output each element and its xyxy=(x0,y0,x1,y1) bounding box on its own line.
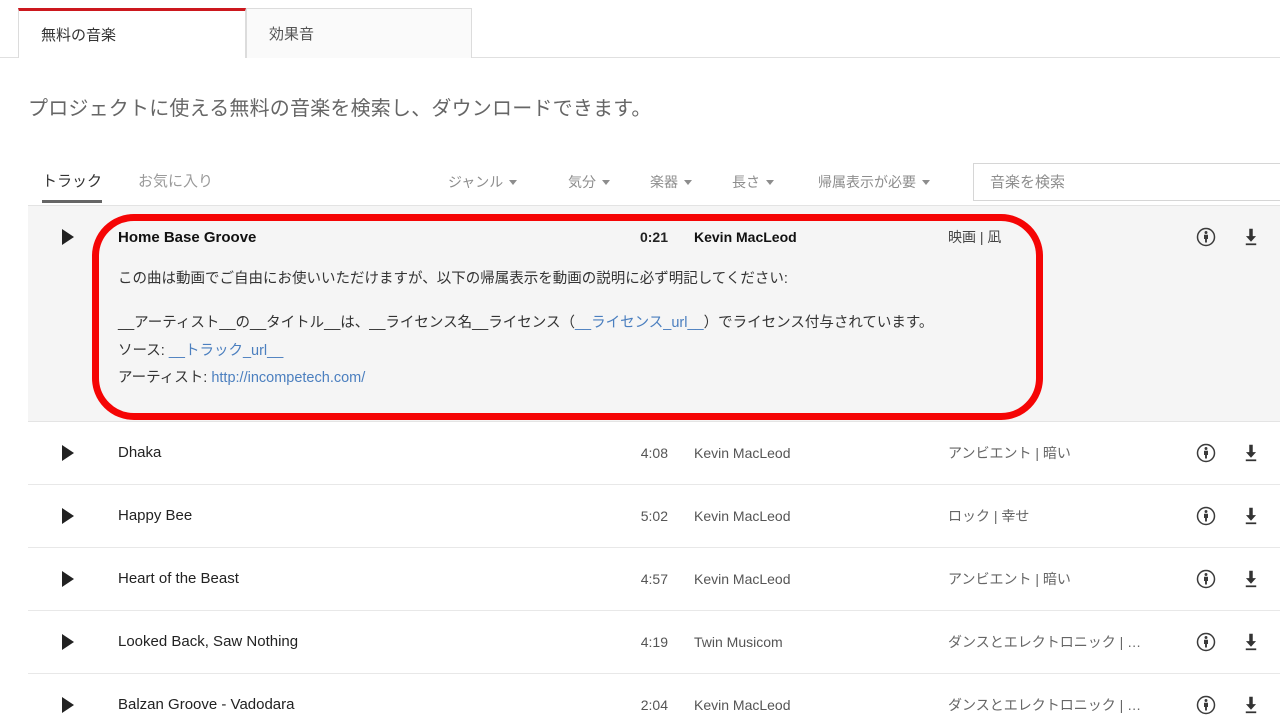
track-duration: 4:19 xyxy=(640,633,668,650)
track-row-main: Dhaka 4:08 Kevin MacLeod アンビエント | 暗い xyxy=(28,422,1280,484)
track-genre: ダンスとエレクトロニック | … xyxy=(948,633,1142,650)
track-duration: 2:04 xyxy=(640,696,668,713)
search-box[interactable] xyxy=(973,163,1280,201)
track-row-main: Balzan Groove - Vadodara 2:04 Kevin MacL… xyxy=(28,674,1280,720)
download-icon[interactable] xyxy=(1240,694,1262,716)
tab-free-music[interactable]: 無料の音楽 xyxy=(18,8,246,58)
attribution-license-suffix: ）でライセンス付与されています。 xyxy=(703,315,934,332)
track-genre: ダンスとエレクトロニック | … xyxy=(948,696,1142,713)
creative-commons-attribution-icon[interactable] xyxy=(1196,506,1216,526)
play-icon[interactable] xyxy=(62,633,74,650)
track-artist: Kevin MacLeod xyxy=(694,444,791,461)
attribution-artist-link[interactable]: http://incompetech.com/ xyxy=(211,370,365,386)
attribution-artist-line: アーティスト: http://incompetech.com/ xyxy=(118,367,1280,389)
filter-attribution-label: 帰属表示が必要 xyxy=(818,174,916,190)
download-icon[interactable] xyxy=(1240,505,1262,527)
tab-free-music-label: 無料の音楽 xyxy=(41,27,117,44)
play-icon[interactable] xyxy=(62,570,74,587)
download-icon[interactable] xyxy=(1240,226,1262,248)
track-title: Balzan Groove - Vadodara xyxy=(118,696,295,714)
chevron-down-icon xyxy=(766,180,774,185)
subtab-tracks[interactable]: トラック xyxy=(42,170,103,203)
filter-bar: トラック お気に入り ジャンル 気分 楽器 長さ 帰属表示が必要 xyxy=(28,160,1280,206)
play-icon[interactable] xyxy=(62,444,74,461)
tab-sound-effects-label: 効果音 xyxy=(269,26,315,43)
creative-commons-attribution-icon[interactable] xyxy=(1196,569,1216,589)
track-title: Heart of the Beast xyxy=(118,570,239,588)
track-duration: 4:08 xyxy=(640,444,668,461)
attribution-source-link[interactable]: __トラック_url__ xyxy=(169,343,283,359)
track-list: Home Base Groove 0:21 Kevin MacLeod 映画 |… xyxy=(28,206,1280,720)
track-title: Happy Bee xyxy=(118,507,193,525)
attribution-artist-label: アーティスト: xyxy=(118,370,212,387)
table-row[interactable]: Happy Bee 5:02 Kevin MacLeod ロック | 幸せ xyxy=(28,484,1280,548)
filter-duration-label: 長さ xyxy=(732,174,760,190)
creative-commons-attribution-icon[interactable] xyxy=(1196,695,1216,715)
table-row[interactable]: Dhaka 4:08 Kevin MacLeod アンビエント | 暗い xyxy=(28,421,1280,485)
creative-commons-attribution-icon[interactable] xyxy=(1196,443,1216,463)
filter-genre-label: ジャンル xyxy=(448,174,504,190)
filter-mood-label: 気分 xyxy=(568,174,596,190)
attribution-license-prefix: __アーティスト__の__タイトル__は、__ライセンス名__ライセンス（ xyxy=(118,315,575,332)
filter-mood[interactable]: 気分 xyxy=(568,172,610,192)
track-row-main: Looked Back, Saw Nothing 4:19 Twin Music… xyxy=(28,611,1280,673)
play-icon[interactable] xyxy=(62,229,74,245)
track-title: Looked Back, Saw Nothing xyxy=(118,633,299,651)
search-input[interactable] xyxy=(988,172,1280,192)
attribution-source-label: ソース: xyxy=(118,342,169,359)
creative-commons-attribution-icon[interactable] xyxy=(1196,632,1216,652)
track-row-main: Happy Bee 5:02 Kevin MacLeod ロック | 幸せ xyxy=(28,485,1280,547)
tab-sound-effects[interactable]: 効果音 xyxy=(246,8,472,58)
download-icon[interactable] xyxy=(1240,568,1262,590)
track-genre: アンビエント | 暗い xyxy=(948,570,1071,587)
filter-instrument[interactable]: 楽器 xyxy=(650,172,692,192)
track-duration: 4:57 xyxy=(640,570,668,587)
track-row-main: Heart of the Beast 4:57 Kevin MacLeod アン… xyxy=(28,548,1280,610)
attribution-details: この曲は動画でご自由にお使いいただけますが、以下の帰属表示を動画の説明に必ず明記… xyxy=(28,268,1280,421)
attribution-lead: この曲は動画でご自由にお使いいただけますが、以下の帰属表示を動画の説明に必ず明記… xyxy=(118,271,788,287)
track-title: Home Base Groove xyxy=(118,228,257,246)
table-row[interactable]: Home Base Groove 0:21 Kevin MacLeod 映画 |… xyxy=(28,206,1280,422)
track-genre: 映画 | 凪 xyxy=(948,229,1002,245)
track-artist: Kevin MacLeod xyxy=(694,570,791,587)
table-row[interactable]: Balzan Groove - Vadodara 2:04 Kevin MacL… xyxy=(28,673,1280,720)
chevron-down-icon xyxy=(922,180,930,185)
filter-attribution[interactable]: 帰属表示が必要 xyxy=(818,172,930,192)
page-description: プロジェクトに使える無料の音楽を検索し、ダウンロードできます。 xyxy=(28,98,652,120)
main-tab-strip: 無料の音楽 効果音 xyxy=(0,0,1280,58)
subtab-favorites[interactable]: お気に入り xyxy=(138,170,213,203)
download-icon[interactable] xyxy=(1240,442,1262,464)
subtab-tracks-label: トラック xyxy=(42,173,103,190)
subtab-favorites-label: お気に入り xyxy=(138,173,214,190)
audio-library-page: 無料の音楽 効果音 プロジェクトに使える無料の音楽を検索し、ダウンロードできます… xyxy=(0,0,1280,720)
play-icon[interactable] xyxy=(62,507,74,524)
chevron-down-icon xyxy=(509,180,518,185)
track-duration: 0:21 xyxy=(639,229,668,245)
creative-commons-attribution-icon[interactable] xyxy=(1196,227,1216,247)
table-row[interactable]: Heart of the Beast 4:57 Kevin MacLeod アン… xyxy=(28,547,1280,611)
chevron-down-icon xyxy=(602,180,610,185)
track-artist: Kevin MacLeod xyxy=(694,696,791,713)
chevron-down-icon xyxy=(684,180,692,185)
filter-instrument-label: 楽器 xyxy=(650,174,678,190)
attribution-license-link[interactable]: __ライセンス_url__ xyxy=(575,315,704,331)
play-icon[interactable] xyxy=(62,696,74,713)
track-title: Dhaka xyxy=(118,444,162,462)
attribution-source-line: ソース: __トラック_url__ xyxy=(118,340,1280,362)
track-artist: Kevin MacLeod xyxy=(694,229,797,245)
track-artist: Twin Musicom xyxy=(694,633,783,650)
track-row-main: Home Base Groove 0:21 Kevin MacLeod 映画 |… xyxy=(28,206,1280,268)
filter-genre[interactable]: ジャンル xyxy=(448,172,518,192)
track-genre: ロック | 幸せ xyxy=(948,507,1030,524)
track-artist: Kevin MacLeod xyxy=(694,507,791,524)
filter-duration[interactable]: 長さ xyxy=(732,172,774,192)
attribution-license-line: __アーティスト__の__タイトル__は、__ライセンス名__ライセンス（__ラ… xyxy=(118,312,1280,334)
download-icon[interactable] xyxy=(1240,631,1262,653)
track-genre: アンビエント | 暗い xyxy=(948,444,1071,461)
table-row[interactable]: Looked Back, Saw Nothing 4:19 Twin Music… xyxy=(28,610,1280,674)
track-duration: 5:02 xyxy=(640,507,668,524)
